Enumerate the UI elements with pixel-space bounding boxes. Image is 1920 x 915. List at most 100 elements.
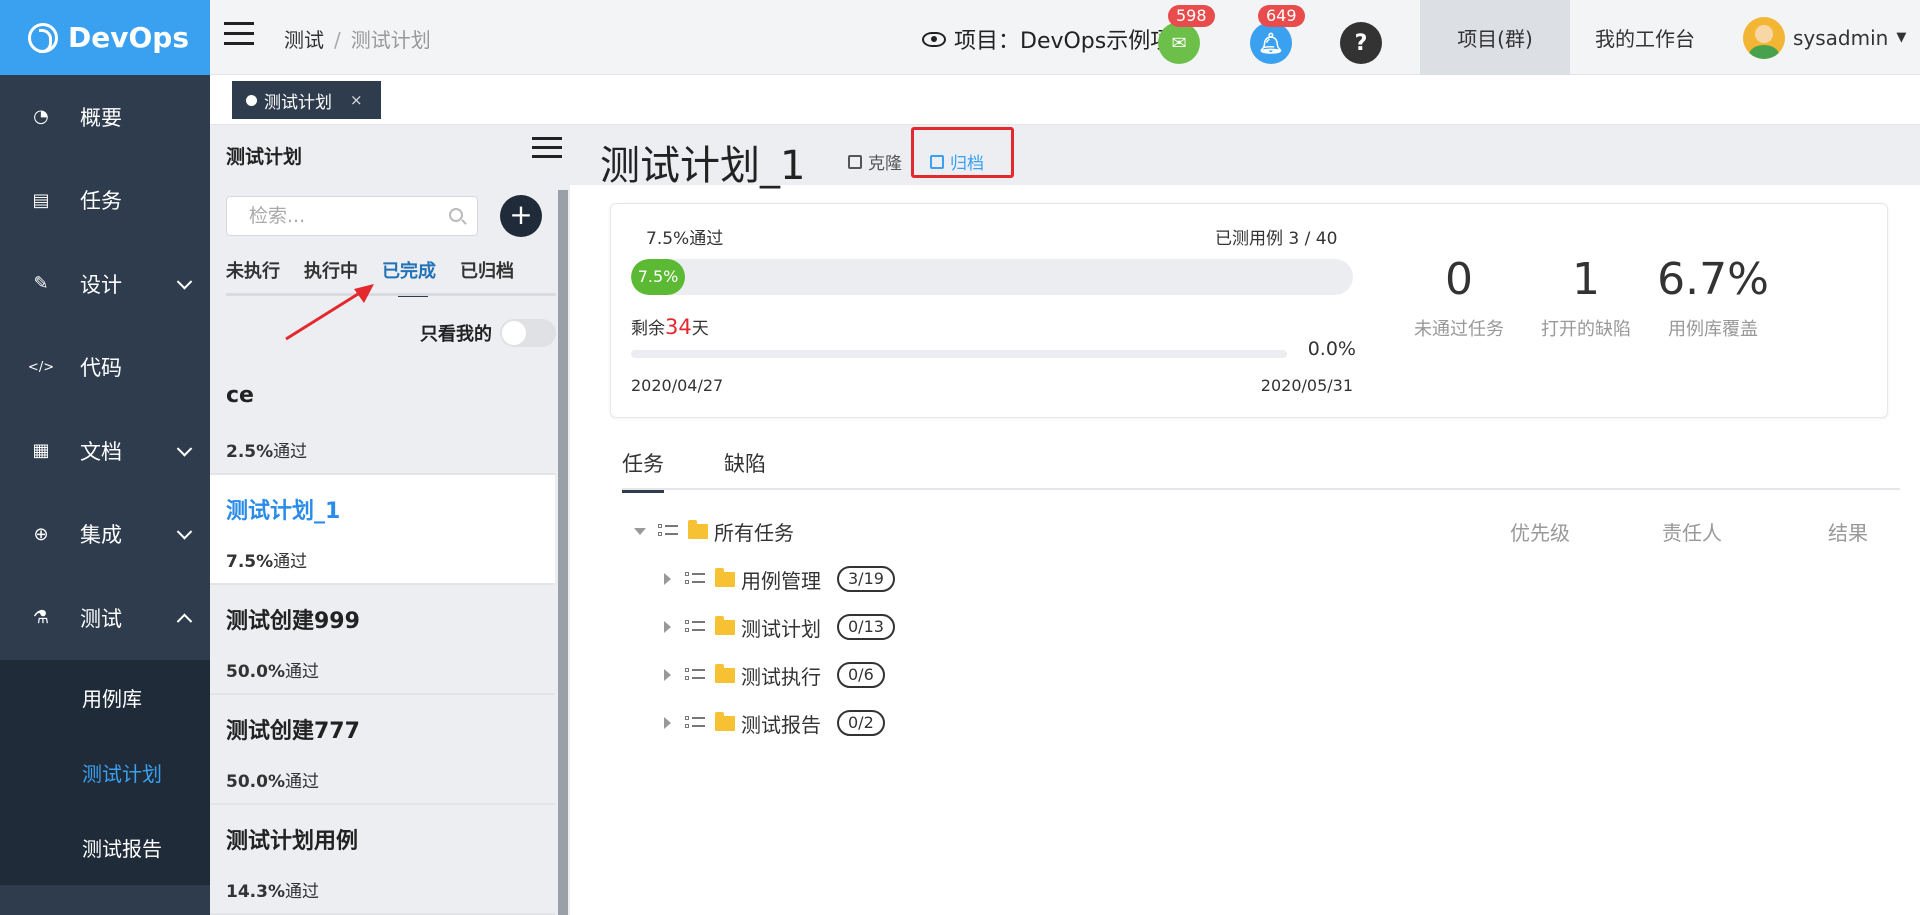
close-icon[interactable]: ×	[350, 91, 363, 109]
time-progress-bar	[631, 350, 1287, 358]
task-tree: 优先级 责任人 结果 所有任务 用例管理 3/19 测试计划 0/13 测试执行…	[622, 507, 1900, 747]
clone-button[interactable]: 克隆	[848, 149, 902, 174]
nav-item-testing[interactable]: ⚗ 测试	[0, 576, 210, 660]
detail-tabs: 任务 缺陷	[622, 440, 1900, 493]
breadcrumb: 测试 / 测试计划	[284, 28, 431, 52]
filter-completed[interactable]: 已完成	[382, 257, 436, 297]
plan-item[interactable]: ce 2.5%通过	[210, 365, 555, 475]
subnav-test-cases[interactable]: 用例库	[0, 660, 210, 735]
messages-button[interactable]: ✉	[1158, 22, 1200, 64]
nav-item-code[interactable]: </> 代码	[0, 326, 210, 410]
plan-pass-rate: 7.5%通过	[226, 547, 539, 572]
scrollbar[interactable]	[558, 190, 568, 915]
chevron-down-icon	[176, 273, 193, 290]
filter-archived[interactable]: 已归档	[460, 257, 514, 297]
plan-item[interactable]: 测试创建999 50.0%通过	[210, 585, 555, 695]
panel-menu-icon[interactable]	[532, 137, 562, 161]
divider	[226, 293, 556, 296]
tab-my-workbench[interactable]: 我的工作台	[1570, 0, 1720, 75]
nav-item-overview[interactable]: ◔ 概要	[0, 75, 210, 159]
chevron-down-icon	[176, 440, 193, 457]
nav-label: 任务	[80, 189, 122, 214]
chevron-up-icon	[176, 613, 193, 629]
tree-row-label: 测试执行	[741, 664, 821, 689]
inbox-icon: ✉	[1171, 32, 1187, 54]
pass-pct: 14.3%	[226, 882, 285, 902]
top-bar: 测试 / 测试计划 项目：DevOps示例项目 ✉ 598 🔔︎ 649 ? 项目(…	[210, 0, 1920, 75]
nav-item-docs[interactable]: ▦ 文档	[0, 409, 210, 493]
folder-icon	[715, 567, 735, 587]
testing-submenu: 用例库 测试计划 测试报告	[0, 659, 210, 885]
subnav-test-plans[interactable]: 测试计划	[0, 735, 210, 810]
left-nav: DevOps ◔ 概要 ▤ 任务 ✎ 设计 </> 代码 ▦ 文档 ⊕ 集成 ⚗…	[0, 0, 210, 915]
nav-label: 概要	[80, 105, 122, 130]
user-menu[interactable]: sysadmin ▼	[1743, 0, 1913, 75]
nav-label: 代码	[80, 356, 122, 381]
remain-suffix: 天	[691, 319, 709, 339]
filter-not-started[interactable]: 未执行	[226, 257, 280, 297]
search-input[interactable]: 检索...	[226, 196, 478, 236]
nav-label: 测试	[80, 606, 122, 631]
count-badge: 0/2	[837, 710, 885, 736]
plan-item[interactable]: 测试计划用例 14.3%通过	[210, 805, 555, 915]
nav-item-integration[interactable]: ⊕ 集成	[0, 493, 210, 577]
tab-defects[interactable]: 缺陷	[724, 448, 766, 490]
nav-label: 设计	[80, 272, 122, 297]
pass-progress-fill: 7.5%	[631, 259, 686, 295]
flask-icon: ⚗	[32, 607, 50, 629]
tab-tasks[interactable]: 任务	[622, 448, 664, 493]
help-button[interactable]: ?	[1340, 22, 1382, 64]
plan-name: 测试计划用例	[226, 829, 359, 854]
time-progress-pct: 0.0%	[1307, 338, 1356, 360]
breadcrumb-item[interactable]: 测试	[284, 28, 324, 52]
expand-icon[interactable]	[664, 717, 671, 729]
tree-row[interactable]: 测试执行 0/6	[622, 651, 1900, 699]
pass-pct: 7.5%	[226, 552, 274, 572]
notifications-badge: 649	[1258, 5, 1305, 27]
plan-list: ce 2.5%通过 测试计划_1 7.5%通过 测试创建999 50.0%通过 …	[210, 365, 555, 915]
pass-suffix: 通过	[284, 772, 319, 792]
caret-down-icon: ▼	[1896, 30, 1907, 45]
active-dot-icon	[246, 94, 257, 106]
project-selector[interactable]: 项目：DevOps示例项目	[922, 23, 1194, 55]
only-mine-toggle[interactable]	[500, 319, 556, 347]
plan-name: 测试计划_1	[226, 499, 341, 524]
eye-icon	[922, 31, 946, 47]
tree-row[interactable]: 测试计划 0/13	[622, 603, 1900, 651]
end-date: 2020/05/31	[1260, 376, 1353, 395]
nav-label: 集成	[80, 523, 122, 548]
tree-row[interactable]: 测试报告 0/2	[622, 699, 1900, 747]
pass-pct: 50.0%	[226, 772, 285, 792]
tree-row[interactable]: 用例管理 3/19	[622, 555, 1900, 603]
remain-days-number: 34	[665, 315, 692, 339]
nav-item-tasks[interactable]: ▤ 任务	[0, 159, 210, 243]
add-plan-button[interactable]: +	[500, 195, 542, 237]
search-icon[interactable]	[449, 208, 463, 222]
menu-toggle-icon[interactable]	[224, 22, 254, 46]
nav-item-design[interactable]: ✎ 设计	[0, 242, 210, 326]
plan-pass-rate: 2.5%通过	[226, 437, 539, 462]
tab-project-group[interactable]: 项目(群)	[1420, 0, 1570, 75]
expand-icon[interactable]	[664, 573, 671, 585]
only-mine-label: 只看我的	[420, 324, 492, 345]
collapse-icon[interactable]	[634, 527, 646, 535]
plan-item[interactable]: 测试创建777 50.0%通过	[210, 695, 555, 805]
notifications-button[interactable]: 🔔︎	[1250, 22, 1292, 64]
expand-icon[interactable]	[664, 669, 671, 681]
pass-pct: 2.5%	[226, 442, 274, 462]
count-badge: 0/13	[837, 614, 895, 640]
pass-suffix: 通过	[284, 662, 319, 682]
plan-item-selected[interactable]: 测试计划_1 7.5%通过	[210, 475, 555, 585]
subnav-test-reports[interactable]: 测试报告	[0, 810, 210, 885]
open-tab-test-plan[interactable]: 测试计划 ×	[232, 81, 381, 119]
detail-header: 测试计划_1 克隆 归档	[570, 125, 1920, 189]
pass-suffix: 通过	[273, 552, 308, 572]
remaining-days: 剩余34天	[631, 314, 709, 339]
list-icon	[685, 715, 705, 731]
brand-logo[interactable]: DevOps	[0, 0, 210, 75]
list-icon	[658, 523, 678, 539]
start-date: 2020/04/27	[631, 376, 724, 395]
expand-icon[interactable]	[664, 621, 671, 633]
plan-summary-card: 7.5%通过 已测用例 3 / 40 7.5% 剩余34天 0.0% 2020/…	[610, 203, 1888, 418]
tree-root-row[interactable]: 所有任务	[622, 507, 1900, 555]
